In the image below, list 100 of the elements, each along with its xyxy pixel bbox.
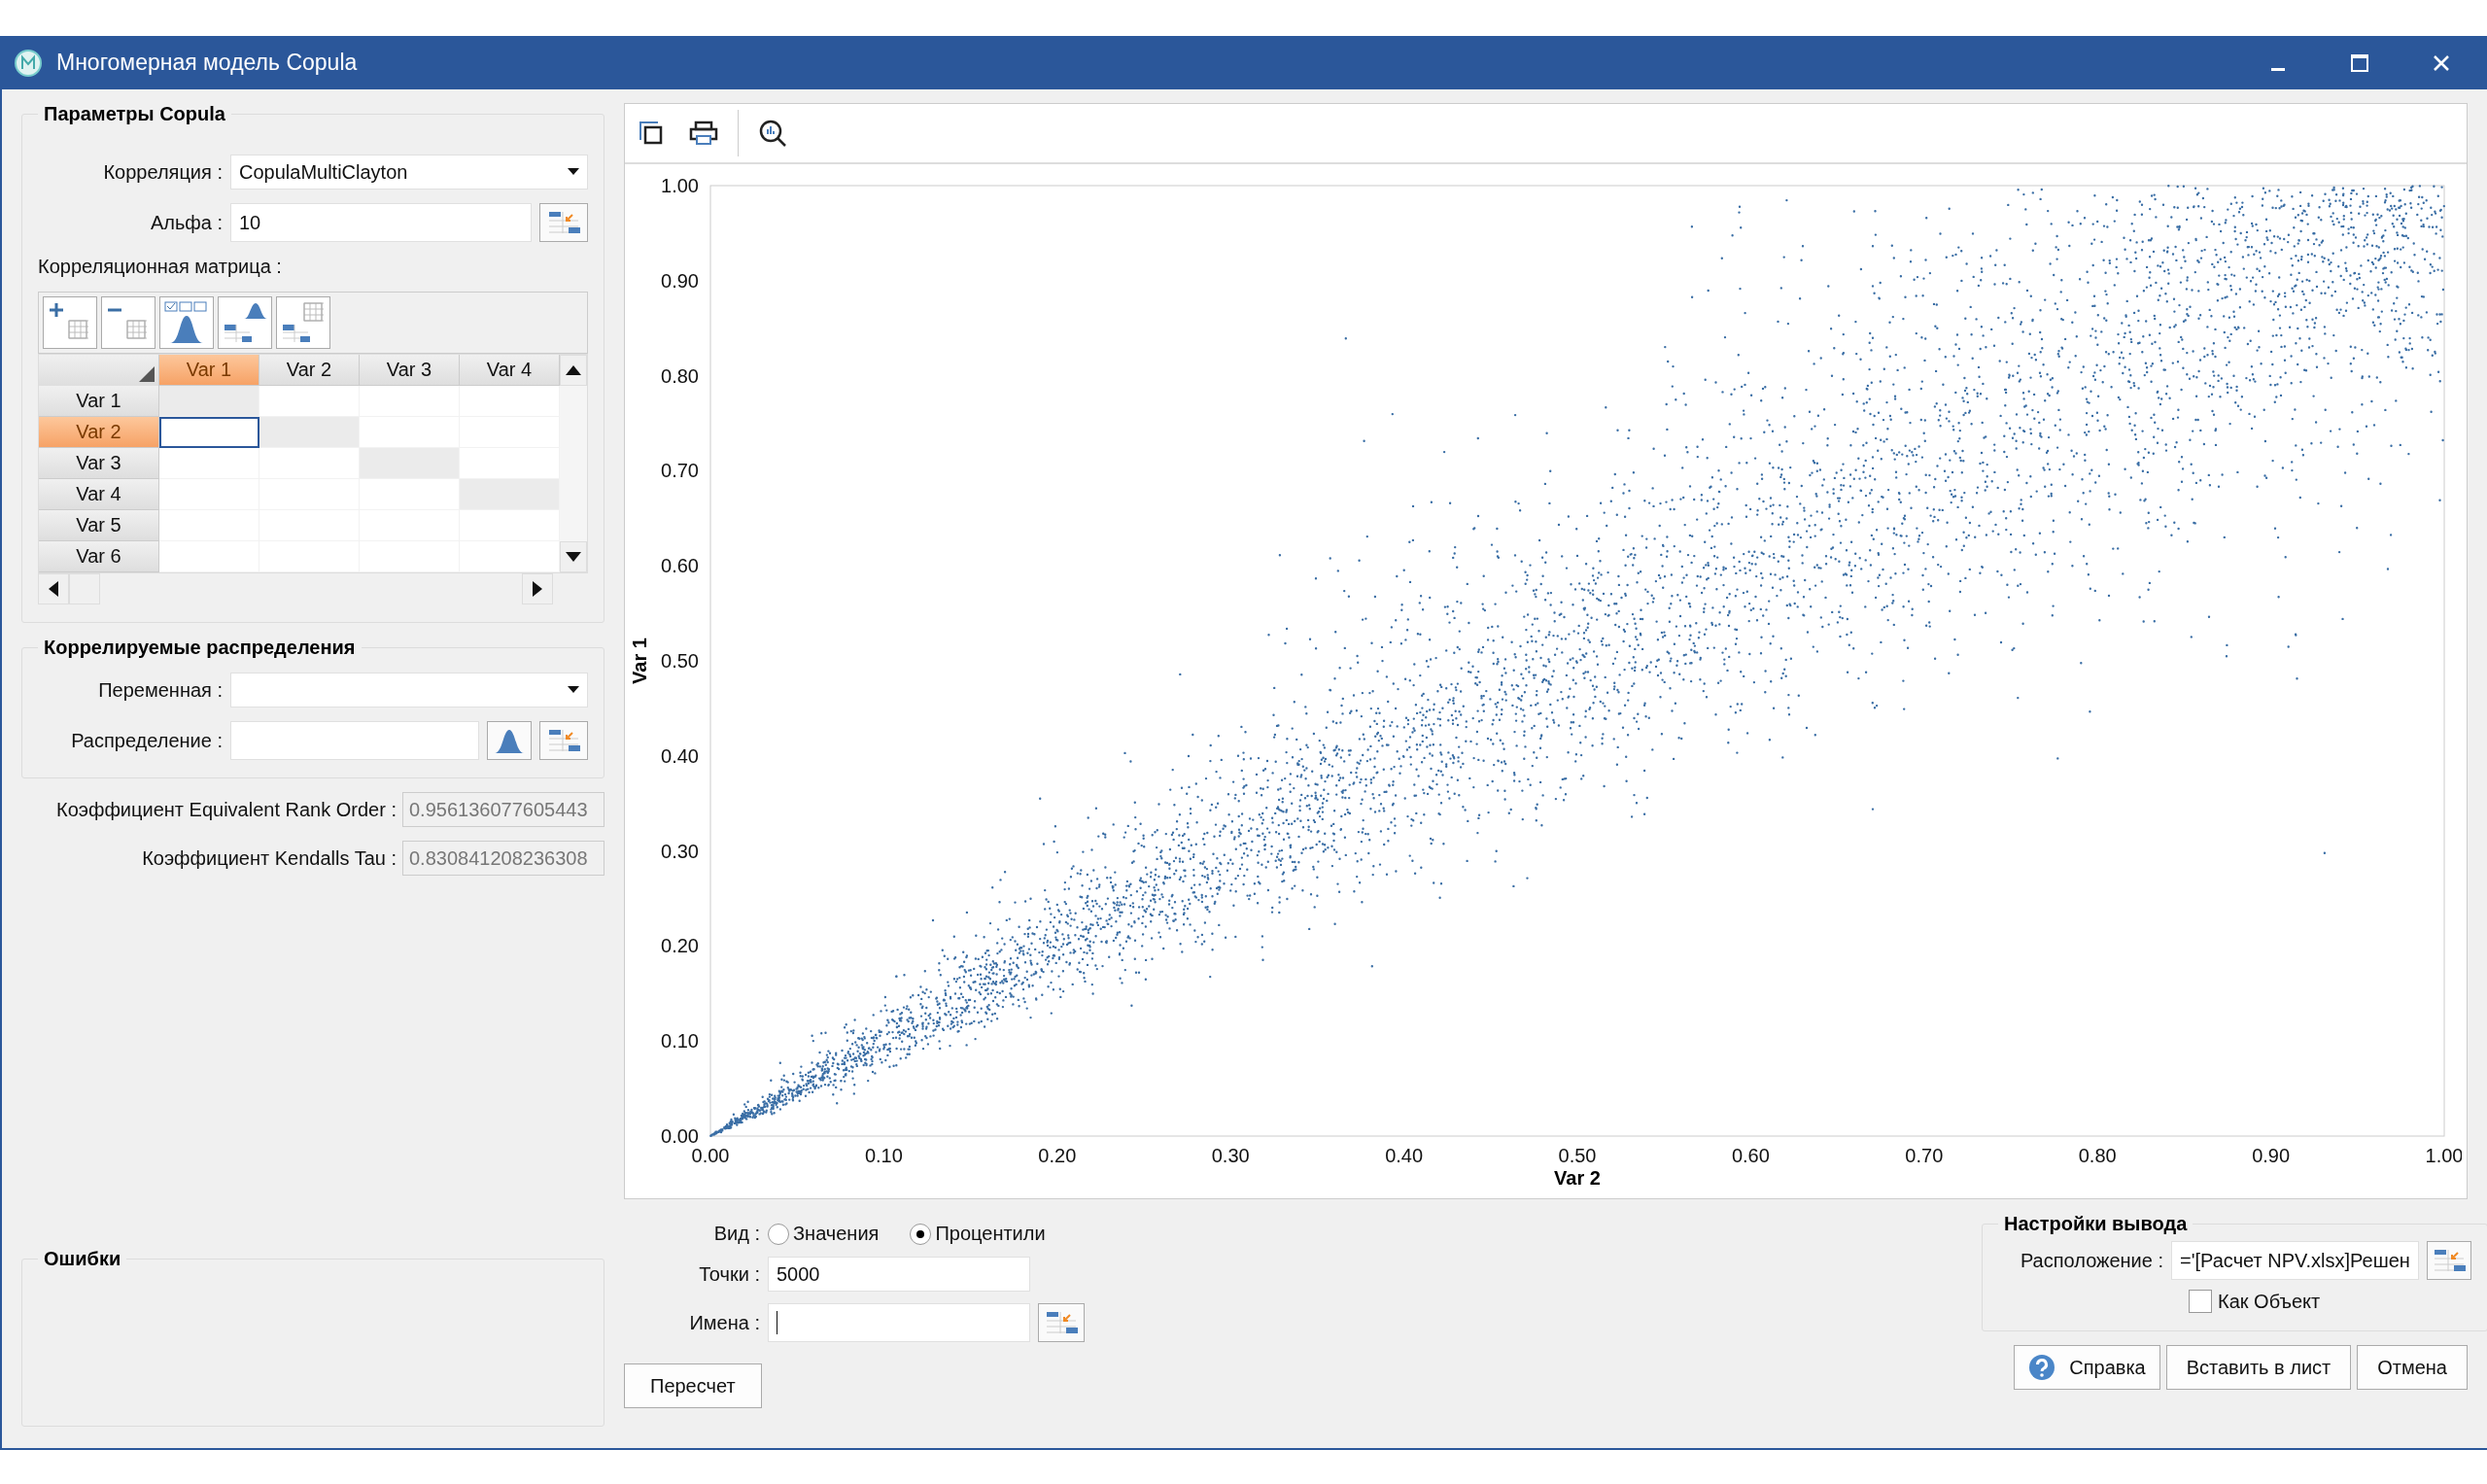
down-arrow-icon [566, 552, 581, 562]
x-tick-label: 0.30 [1211, 1145, 1250, 1166]
x-tick-label: 0.50 [1558, 1145, 1597, 1166]
window-title: Многомерная модель Copula [56, 50, 359, 76]
app-logo-icon [14, 48, 43, 78]
x-tick-label: 0.80 [2078, 1145, 2117, 1166]
cell-reference-icon [1045, 1310, 1078, 1335]
view-label: Вид : [712, 1223, 760, 1245]
alpha-input-field[interactable]: 10 [230, 203, 532, 242]
field-label: Точки : [698, 1262, 760, 1286]
view-radio[interactable]: Значения [768, 1223, 903, 1245]
correlation-dropdown[interactable]: CopulaMultiClayton [230, 155, 588, 190]
scroll-up-button[interactable] [560, 355, 587, 386]
help-icon [2028, 1354, 2056, 1381]
scroll-down-button[interactable] [560, 541, 587, 572]
magnifier-chart-icon [758, 119, 787, 148]
y-tick-label: 0.10 [661, 1030, 699, 1053]
matrix-cell[interactable] [159, 417, 259, 448]
cell-reference-button[interactable] [539, 203, 588, 242]
dropdown-caret-icon [568, 168, 579, 176]
copy-icon [639, 121, 664, 146]
field-label: Альфа : [149, 211, 223, 234]
column-header[interactable]: Var 2 [259, 355, 360, 386]
row-header[interactable]: Var 5 [39, 510, 159, 541]
dialog-button[interactable]: Вставить в лист [2165, 1345, 2352, 1390]
x-tick-label: 0.10 [864, 1145, 903, 1166]
field-label: Распределение : [70, 729, 223, 752]
close-icon [2434, 54, 2449, 71]
group-title: Ошибки [43, 1248, 122, 1270]
points-input-field[interactable]: 5000 [768, 1257, 1030, 1292]
y-tick-label: 1.00 [661, 175, 699, 196]
y-tick-label: 0.90 [661, 269, 699, 292]
distribution-input-field[interactable] [230, 721, 479, 760]
x-tick-label: 0.90 [2252, 1145, 2291, 1166]
y-tick-label: 0.80 [661, 364, 699, 387]
select-distribution-button[interactable] [159, 296, 214, 349]
scroll-right-button[interactable] [522, 573, 553, 604]
y-tick-label: 0.50 [661, 650, 699, 672]
field-label: Корреляция : [102, 160, 223, 184]
x-tick-label: 0.70 [1905, 1145, 1944, 1166]
dialog-button[interactable]: Отмена [2357, 1345, 2468, 1390]
coefficient-label: Коэффициент Equivalent Rank Order : [56, 798, 397, 821]
printer-icon [689, 121, 718, 146]
distribution-curve-icon [495, 728, 524, 753]
coefficient-value-field: 0.830841208236308 [402, 841, 604, 876]
radio-dot [916, 1229, 925, 1238]
y-tick-label: 0.30 [661, 840, 699, 862]
cell-reference-button[interactable] [2426, 1241, 2471, 1280]
column-header[interactable]: Var 3 [360, 355, 460, 386]
group-title: Коррелируемые распределения [43, 637, 357, 659]
minimize-icon [2271, 68, 2285, 71]
cell-reference-icon [547, 728, 580, 753]
scroll-left-button[interactable] [38, 573, 69, 604]
variable-dropdown[interactable] [230, 673, 588, 707]
scrollbar-thumb[interactable] [69, 573, 100, 604]
left-arrow-icon [49, 581, 58, 597]
y-tick-label: 0.70 [661, 460, 699, 482]
coefficient-value-field: 0.956136077605443 [402, 792, 604, 827]
matrix-label: Корреляционная матрица : [38, 256, 283, 278]
y-axis-title: Var 1 [629, 638, 650, 684]
names-input-field[interactable] [768, 1303, 1030, 1342]
add-row-button[interactable] [43, 296, 97, 349]
group-title: Параметры Copula [43, 103, 226, 125]
select-all-corner-icon[interactable] [139, 366, 155, 382]
distribution-to-table-button[interactable] [218, 296, 272, 349]
cell-reference-icon [2432, 1248, 2466, 1273]
y-tick-label: 0.60 [661, 555, 699, 577]
coefficient-label: Коэффициент Kendalls Tau : [142, 846, 397, 870]
column-header[interactable]: Var 4 [460, 355, 560, 386]
x-axis-title: Var 2 [1554, 1167, 1601, 1189]
view-radio[interactable]: Процентили [910, 1223, 1069, 1245]
field-label: Расположение : [2019, 1249, 2163, 1272]
group-title: Настройки вывода [2003, 1213, 2189, 1235]
column-header[interactable]: Var 1 [159, 355, 259, 386]
remove-row-button[interactable] [101, 296, 155, 349]
x-tick-label: 1.00 [2425, 1145, 2462, 1166]
x-tick-label: 0.60 [1731, 1145, 1770, 1166]
row-header[interactable]: Var 4 [39, 479, 159, 510]
x-tick-label: 0.20 [1038, 1145, 1077, 1166]
x-tick-label: 0.40 [1385, 1145, 1424, 1166]
cell-reference-button[interactable] [1038, 1303, 1085, 1342]
cell-reference-icon [547, 210, 580, 235]
distribution-button[interactable] [487, 721, 532, 760]
matrix-to-table-button[interactable] [276, 296, 330, 349]
y-tick-label: 0.40 [661, 744, 699, 767]
up-arrow-icon [566, 365, 581, 375]
right-arrow-icon [533, 581, 542, 597]
location-input-field[interactable]: ='[Расчет NPV.xlsx]Решен [2171, 1241, 2419, 1280]
help-button[interactable]: Справка [2014, 1345, 2160, 1390]
row-header[interactable]: Var 3 [39, 448, 159, 479]
maximize-icon [2351, 53, 2368, 72]
row-header[interactable]: Var 1 [39, 386, 159, 417]
recalculate-button[interactable]: Пересчет [624, 1363, 762, 1408]
row-header[interactable]: Var 6 [39, 541, 159, 572]
y-tick-label: 0.20 [661, 935, 699, 957]
as-object-checkbox[interactable]: Как Объект [1998, 1290, 2471, 1313]
cell-reference-button[interactable] [539, 721, 588, 760]
row-header[interactable]: Var 2 [39, 417, 159, 448]
x-tick-label: 0.00 [691, 1145, 730, 1166]
y-tick-label: 0.00 [661, 1125, 699, 1147]
